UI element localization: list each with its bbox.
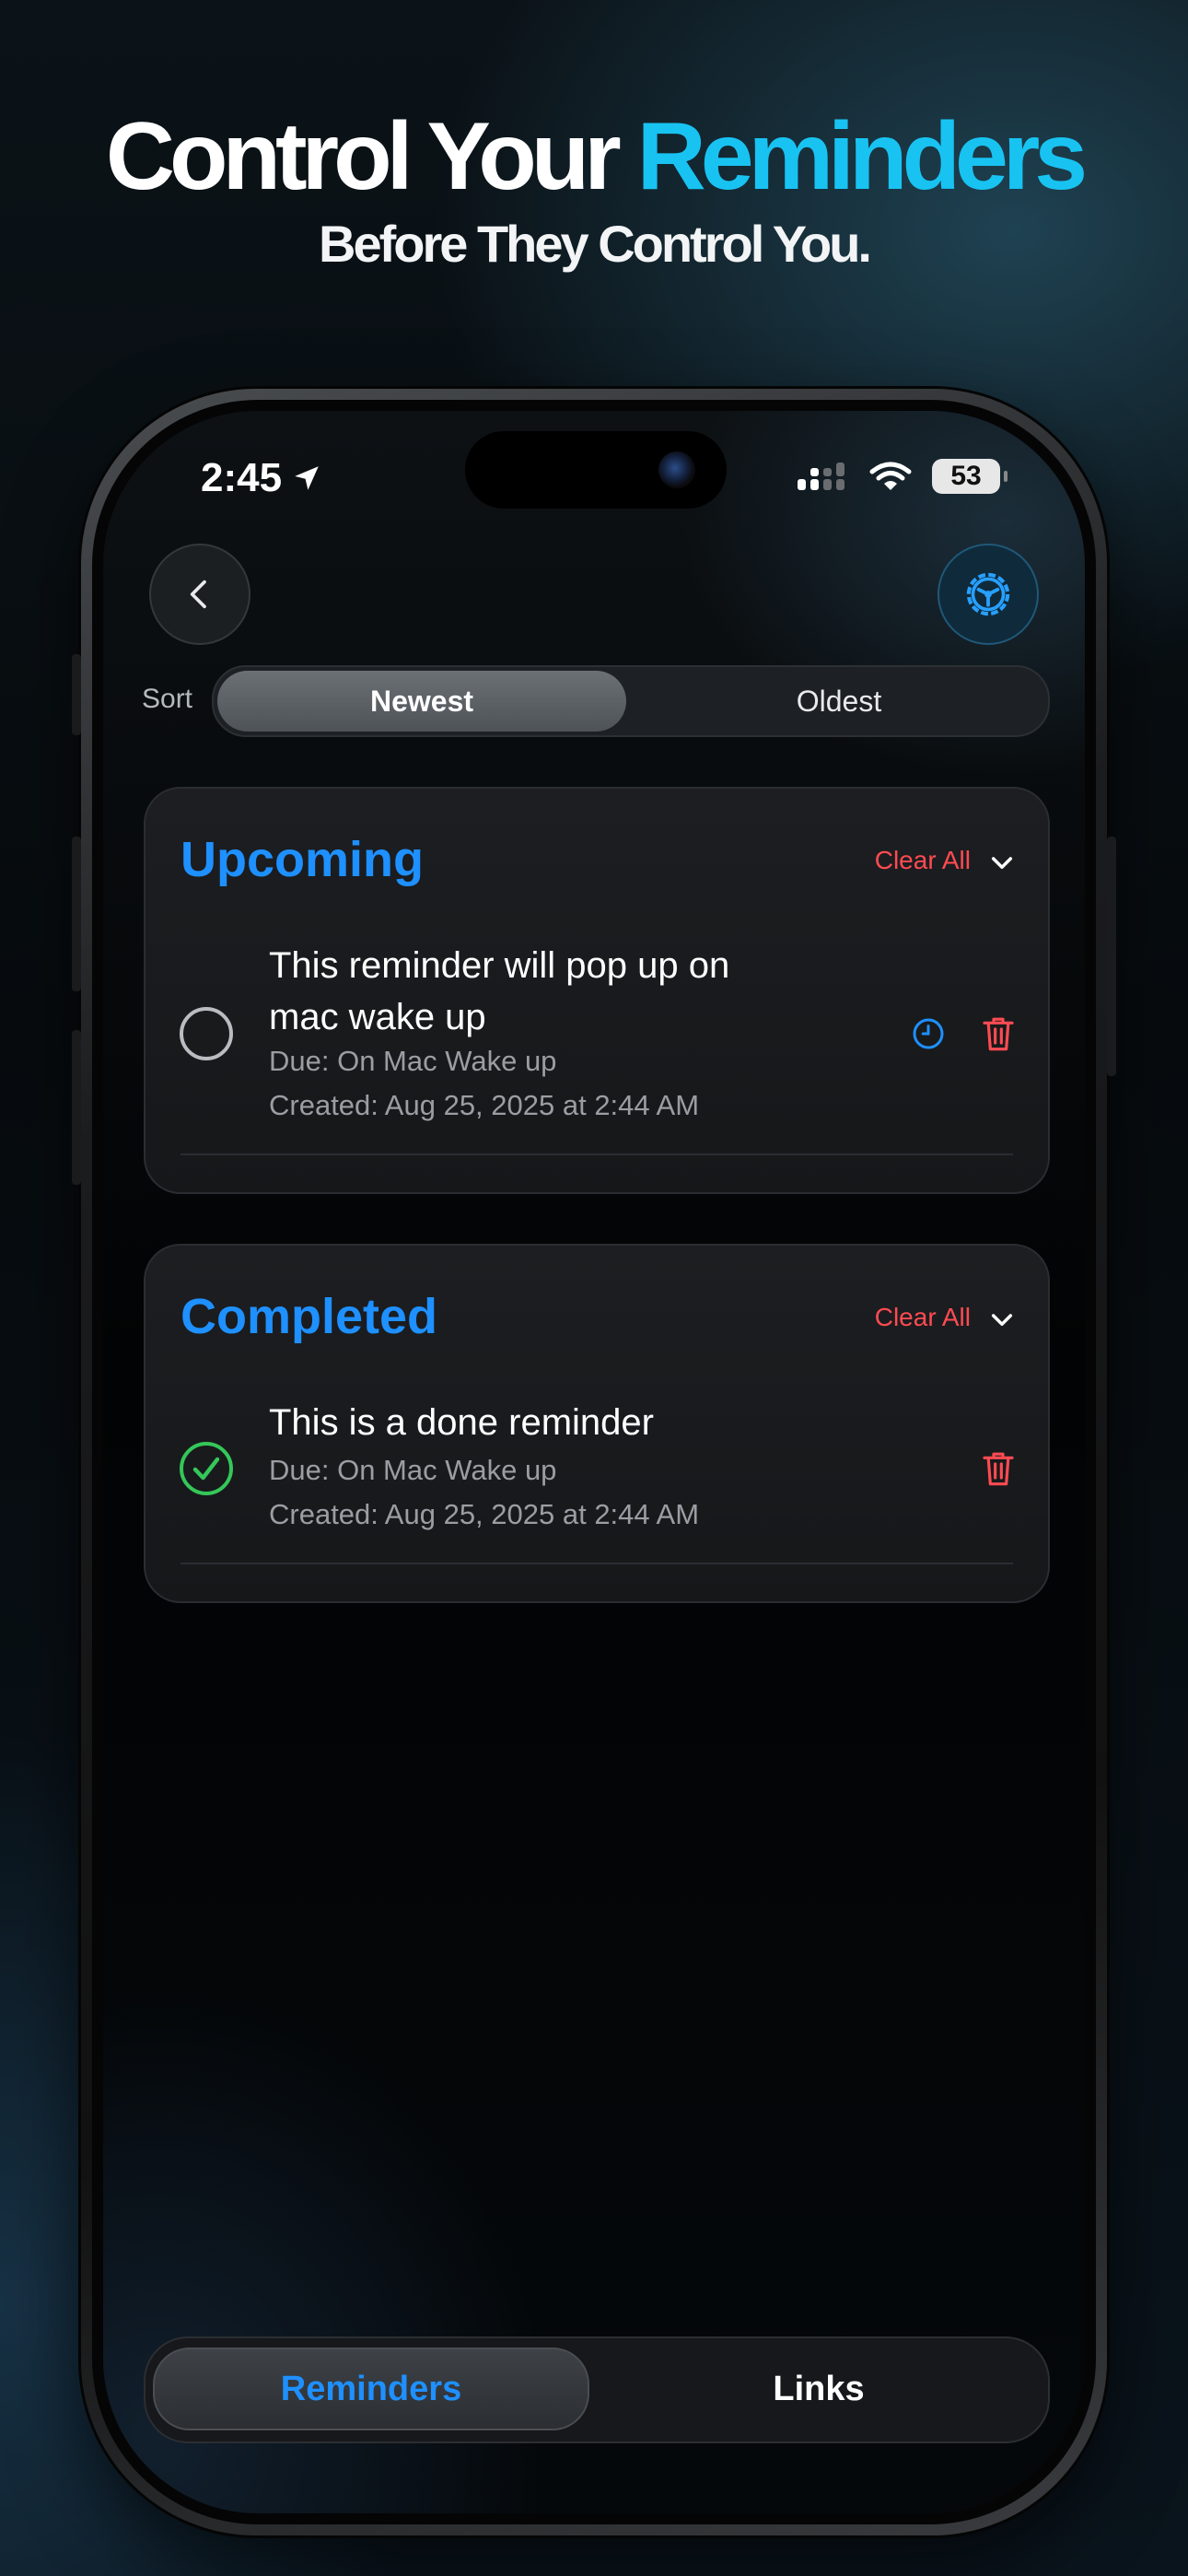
- camera-lens: [658, 451, 695, 488]
- sort-segmented-control: Newest Oldest: [212, 665, 1050, 737]
- incomplete-checkbox-icon[interactable]: [179, 1006, 234, 1061]
- phone-power-button: [1107, 837, 1116, 1076]
- completed-section: Completed Clear All This is a done remin…: [144, 1244, 1050, 1603]
- marketing-subline: Before They Control You.: [319, 215, 872, 273]
- wifi-icon: [869, 462, 912, 490]
- sort-option-oldest[interactable]: Oldest: [634, 671, 1044, 732]
- section-title-completed: Completed: [181, 1289, 438, 1344]
- reminder-title: This is a done reminder: [269, 1402, 654, 1443]
- cellular-signal-icon: [798, 463, 844, 490]
- headline-prefix: Control Your: [105, 103, 637, 210]
- location-arrow-icon: [295, 466, 319, 490]
- phone-action-button: [72, 654, 81, 735]
- reminder-due: Due: On Mac Wake up: [269, 1454, 557, 1486]
- item-divider: [181, 1563, 1013, 1564]
- chevron-down-icon[interactable]: [987, 1305, 1017, 1334]
- section-title-upcoming: Upcoming: [181, 832, 424, 887]
- clock-icon[interactable]: [910, 1015, 947, 1052]
- upcoming-section: Upcoming Clear All This reminder will po…: [144, 787, 1050, 1194]
- back-button[interactable]: [149, 544, 250, 645]
- reminder-created: Created: Aug 25, 2025 at 2:44 AM: [269, 1089, 700, 1121]
- chevron-left-icon: [190, 580, 206, 609]
- status-time-text: 2:45: [201, 455, 283, 500]
- phone-volume-down: [72, 1030, 81, 1185]
- tab-reminders[interactable]: Reminders: [153, 2348, 589, 2430]
- reminder-created: Created: Aug 25, 2025 at 2:44 AM: [269, 1498, 700, 1530]
- status-time: 2:45: [201, 455, 322, 501]
- trash-icon[interactable]: [980, 1013, 1017, 1054]
- battery-indicator: 53: [932, 459, 1007, 494]
- item-divider: [181, 1153, 1013, 1155]
- gear-icon: [966, 572, 1010, 616]
- tab-links[interactable]: Links: [597, 2348, 1041, 2430]
- phone-screen: 2:45 53 Sort Newest Oldest Upcoming Clea…: [103, 411, 1085, 2513]
- clear-all-upcoming-button[interactable]: Clear All: [875, 846, 971, 875]
- phone-volume-up: [72, 837, 81, 991]
- completed-checkmark-icon[interactable]: [179, 1441, 234, 1496]
- marketing-headline: Control Your Reminders: [0, 109, 1188, 205]
- dynamic-island: [465, 431, 727, 509]
- settings-button[interactable]: [938, 544, 1039, 645]
- trash-icon[interactable]: [980, 1448, 1017, 1489]
- chevron-down-icon[interactable]: [987, 848, 1017, 877]
- reminder-due: Due: On Mac Wake up: [269, 1045, 557, 1077]
- reminder-title: This reminder will pop up on mac wake up: [269, 945, 730, 1037]
- headline-accent: Reminders: [636, 103, 1089, 210]
- status-right: 53: [798, 459, 1007, 494]
- sort-option-newest[interactable]: Newest: [217, 671, 626, 732]
- sort-label: Sort: [142, 684, 193, 714]
- bottom-tab-bar: Reminders Links: [144, 2336, 1050, 2443]
- clear-all-completed-button[interactable]: Clear All: [875, 1303, 971, 1332]
